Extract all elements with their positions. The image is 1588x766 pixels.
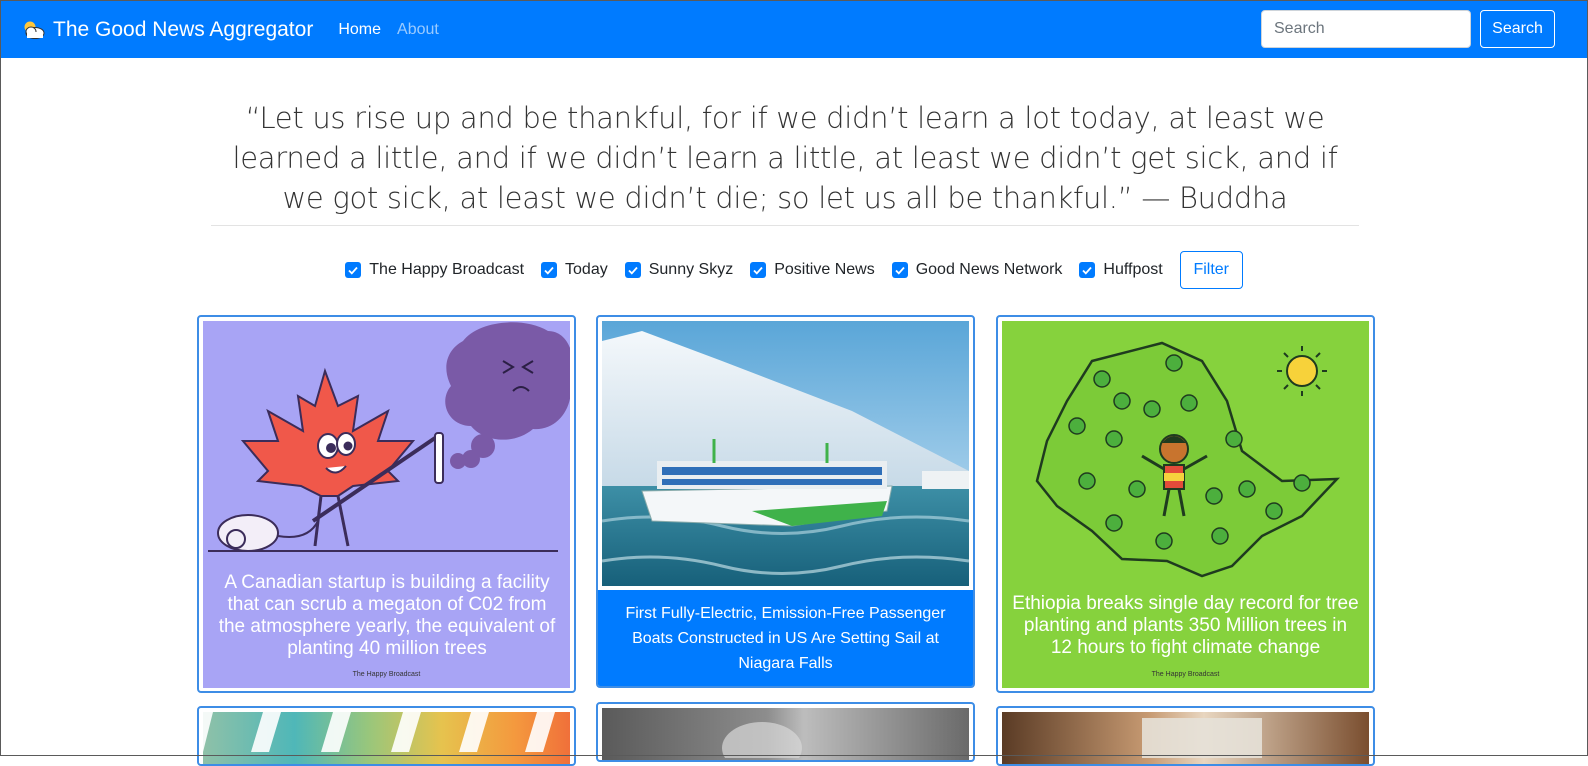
filter-happy-broadcast[interactable]: The Happy Broadcast	[345, 261, 524, 279]
card-image: A Canadian startup is building a facilit…	[203, 321, 570, 688]
news-card[interactable]	[996, 706, 1375, 766]
news-card-ethiopia-trees[interactable]: Ethiopia breaks single day record for tr…	[996, 315, 1375, 693]
filter-good-news-network[interactable]: Good News Network	[891, 261, 1063, 279]
filter-button[interactable]: Filter	[1179, 251, 1243, 289]
news-card[interactable]	[197, 706, 576, 766]
card-credit: The Happy Broadcast	[1151, 671, 1220, 678]
divider	[211, 225, 1359, 226]
card-caption: A Canadian startup is building a facilit…	[218, 572, 556, 659]
filter-positive-news[interactable]: Positive News	[750, 261, 875, 279]
checkbox-checked[interactable]	[541, 262, 558, 278]
card-image	[602, 708, 969, 760]
color-stripes-image	[203, 712, 555, 752]
checkbox-checked[interactable]	[891, 262, 908, 278]
news-card[interactable]	[596, 702, 975, 762]
checkbox-checked[interactable]	[624, 262, 641, 278]
news-card-carbon-capture[interactable]: A Canadian startup is building a facilit…	[197, 315, 576, 693]
navbar: The Good News Aggregator Home About Sear…	[1, 1, 1587, 58]
nav-home[interactable]: Home	[338, 21, 381, 39]
card-image	[203, 712, 570, 764]
source-filters: The Happy Broadcast Today Sunny Skyz Pos…	[0, 251, 1588, 289]
brand-title: The Good News Aggregator	[53, 17, 314, 41]
niagara-boat-photo	[602, 321, 969, 586]
filter-label: Positive News	[774, 261, 875, 278]
card-caption: Ethiopia breaks single day record for tr…	[1012, 593, 1359, 658]
sun-cloud-icon	[24, 21, 45, 39]
filter-label: Today	[565, 261, 608, 278]
search-input[interactable]	[1261, 10, 1471, 48]
card-credit: The Happy Broadcast	[352, 671, 421, 678]
filter-sunny-skyz[interactable]: Sunny Skyz	[624, 261, 734, 279]
card-image	[1002, 712, 1369, 764]
can-photo	[1142, 718, 1262, 758]
nav-about[interactable]: About	[397, 21, 439, 39]
card-image	[602, 321, 969, 586]
checkbox-checked[interactable]	[345, 262, 362, 278]
brand-link[interactable]: The Good News Aggregator	[21, 18, 313, 42]
search-button[interactable]: Search	[1480, 10, 1555, 48]
news-card-electric-boats[interactable]: First Fully-Electric, Emission-Free Pass…	[596, 315, 975, 688]
checkbox-checked[interactable]	[1079, 262, 1096, 278]
filter-huffpost[interactable]: Huffpost	[1079, 261, 1163, 279]
filter-label: Sunny Skyz	[648, 261, 734, 278]
checkbox-checked[interactable]	[750, 262, 767, 278]
filter-label: Good News Network	[915, 261, 1063, 278]
card-title: First Fully-Electric, Emission-Free Pass…	[598, 590, 973, 686]
filter-label: Huffpost	[1103, 261, 1163, 278]
card-image: Ethiopia breaks single day record for tr…	[1002, 321, 1369, 688]
filter-today[interactable]: Today	[541, 261, 608, 279]
quote-text: “Let us rise up and be thankful, for if …	[232, 101, 1338, 215]
filter-label: The Happy Broadcast	[369, 261, 525, 278]
grayscale-photo	[722, 722, 802, 760]
